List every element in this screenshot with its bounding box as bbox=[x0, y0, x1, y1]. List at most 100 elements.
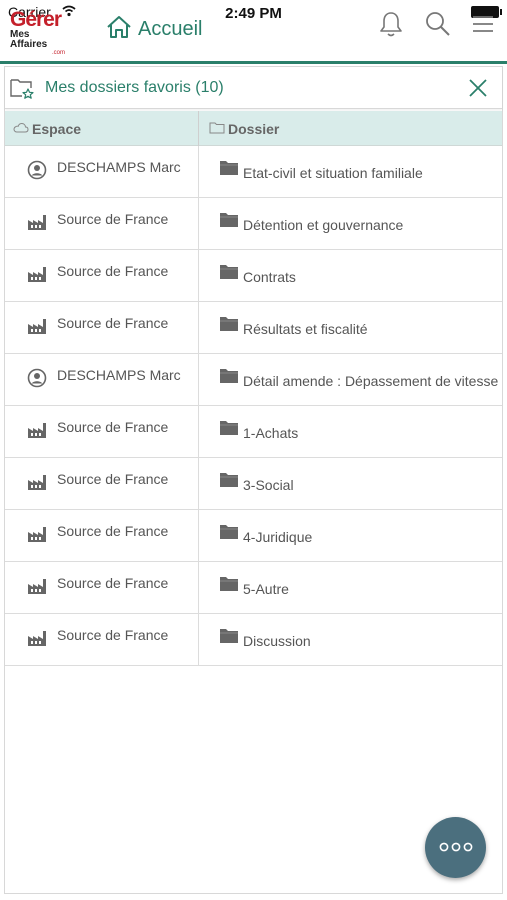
espace-name: Source de France bbox=[57, 263, 169, 279]
folder-icon bbox=[219, 628, 239, 649]
person-icon bbox=[27, 368, 47, 388]
dossier-name: Résultats et fiscalité bbox=[243, 320, 368, 337]
column-divider bbox=[198, 354, 199, 406]
dossier-name: Discussion bbox=[243, 632, 311, 649]
dossier-name: Détention et gouvernance bbox=[243, 216, 404, 233]
dossier-cell: 1-Achats bbox=[219, 420, 502, 441]
header-divider bbox=[0, 61, 507, 64]
bell-icon[interactable] bbox=[378, 10, 404, 43]
table-row[interactable]: Source de France 1-Achats bbox=[5, 406, 502, 458]
espace-cell: Source de France bbox=[27, 419, 169, 440]
column-divider bbox=[198, 302, 199, 354]
more-icon bbox=[439, 839, 473, 857]
espace-cell: Source de France bbox=[27, 627, 169, 648]
menu-icon[interactable] bbox=[472, 14, 494, 39]
folder-icon bbox=[219, 160, 239, 181]
column-divider bbox=[198, 562, 199, 614]
home-link[interactable]: Accueil bbox=[106, 15, 202, 44]
logo-line-1: Gérer bbox=[10, 8, 62, 31]
espace-cell: DESCHAMPS Marc bbox=[27, 367, 181, 388]
table-row[interactable]: Source de France Détention et gouvernance bbox=[5, 198, 502, 250]
folder-outline-icon bbox=[209, 121, 225, 137]
column-header-dossier-label: Dossier bbox=[228, 120, 280, 137]
favorites-table: Espace Dossier DESCHAMPS Marc Etat-civil … bbox=[5, 111, 502, 666]
dossier-cell: 3-Social bbox=[219, 472, 502, 493]
espace-name: Source de France bbox=[57, 211, 169, 227]
close-icon[interactable] bbox=[468, 78, 488, 103]
column-header-espace[interactable]: Espace bbox=[13, 111, 81, 146]
espace-cell: DESCHAMPS Marc bbox=[27, 159, 181, 180]
factory-icon bbox=[27, 316, 47, 336]
table-row[interactable]: Source de France 5-Autre bbox=[5, 562, 502, 614]
espace-cell: Source de France bbox=[27, 263, 169, 284]
table-row[interactable]: DESCHAMPS Marc Etat-civil et situation fa… bbox=[5, 146, 502, 198]
dossier-cell: 5-Autre bbox=[219, 576, 502, 597]
espace-cell: Source de France bbox=[27, 523, 169, 544]
app-logo[interactable]: Gérer Mes Affaires .com bbox=[10, 8, 65, 56]
espace-name: Source de France bbox=[57, 627, 169, 643]
espace-name: Source de France bbox=[57, 575, 169, 591]
espace-name: DESCHAMPS Marc bbox=[57, 159, 181, 175]
column-header-espace-label: Espace bbox=[32, 120, 82, 137]
home-label: Accueil bbox=[138, 18, 203, 40]
factory-icon bbox=[27, 524, 47, 544]
app-header: Carrier 2:49 PM Gérer Mes Affaires .com … bbox=[0, 0, 507, 64]
espace-name: Source de France bbox=[57, 471, 169, 487]
column-divider bbox=[198, 406, 199, 458]
factory-icon bbox=[27, 212, 47, 232]
column-divider bbox=[198, 458, 199, 510]
folder-icon bbox=[219, 212, 239, 233]
espace-name: DESCHAMPS Marc bbox=[57, 367, 181, 383]
folder-icon bbox=[219, 472, 239, 493]
espace-cell: Source de France bbox=[27, 315, 168, 336]
folder-icon bbox=[219, 576, 239, 597]
dossier-name: Etat-civil et situation familiale bbox=[243, 164, 423, 181]
folder-icon bbox=[219, 368, 239, 389]
dossier-name: Détail amende : Dépassement de vitesse bbox=[243, 372, 499, 389]
folder-icon bbox=[219, 264, 239, 285]
table-header: Espace Dossier bbox=[5, 111, 502, 146]
search-icon[interactable] bbox=[424, 10, 452, 43]
dossier-name: Contrats bbox=[243, 268, 296, 285]
panel-header: Mes dossiers favoris (10) bbox=[5, 67, 502, 109]
dossier-cell: Résultats et fiscalité bbox=[219, 316, 502, 337]
logo-line-2: Mes Affaires bbox=[10, 29, 48, 50]
person-icon bbox=[27, 160, 47, 180]
espace-name: Source de France bbox=[57, 419, 169, 435]
factory-icon bbox=[27, 576, 47, 596]
espace-cell: Source de France bbox=[27, 211, 169, 232]
dossier-cell: 4-Juridique bbox=[219, 524, 502, 545]
folder-icon bbox=[219, 420, 239, 441]
espace-name: Source de France bbox=[57, 523, 169, 539]
column-divider bbox=[198, 510, 199, 562]
dossier-name: 1-Achats bbox=[243, 424, 299, 441]
factory-icon bbox=[27, 472, 47, 492]
column-divider bbox=[198, 111, 199, 146]
table-row[interactable]: Source de France 3-Social bbox=[5, 458, 502, 510]
dossier-cell: Détention et gouvernance bbox=[219, 212, 502, 233]
folder-icon bbox=[219, 316, 239, 337]
dossier-name: 5-Autre bbox=[243, 580, 289, 597]
table-row[interactable]: Source de France Discussion bbox=[5, 614, 502, 666]
table-row[interactable]: Source de France Résultats et fiscalité bbox=[5, 302, 502, 354]
table-row[interactable]: Source de France 4-Juridique bbox=[5, 510, 502, 562]
factory-icon bbox=[27, 264, 47, 284]
dossier-cell: Détail amende : Dépassement de vitesse bbox=[219, 368, 502, 389]
logo-line-3: .com bbox=[51, 50, 65, 56]
favorites-panel: Mes dossiers favoris (10) Espace Dossier… bbox=[4, 66, 503, 894]
table-row[interactable]: Source de France Contrats bbox=[5, 250, 502, 302]
more-actions-button[interactable] bbox=[425, 817, 486, 878]
factory-icon bbox=[27, 628, 47, 648]
dossier-name: 4-Juridique bbox=[243, 528, 313, 545]
cloud-icon bbox=[13, 121, 29, 137]
column-divider bbox=[198, 614, 199, 666]
espace-cell: Source de France bbox=[27, 471, 169, 492]
column-divider bbox=[198, 250, 199, 302]
dossier-cell: Contrats bbox=[219, 264, 502, 285]
column-header-dossier[interactable]: Dossier bbox=[209, 111, 279, 146]
espace-cell: Source de France bbox=[27, 575, 169, 596]
table-row[interactable]: DESCHAMPS Marc Détail amende : Dépassemen… bbox=[5, 354, 502, 406]
column-divider bbox=[198, 198, 199, 250]
factory-icon bbox=[27, 420, 47, 440]
dossier-cell: Etat-civil et situation familiale bbox=[219, 160, 502, 181]
